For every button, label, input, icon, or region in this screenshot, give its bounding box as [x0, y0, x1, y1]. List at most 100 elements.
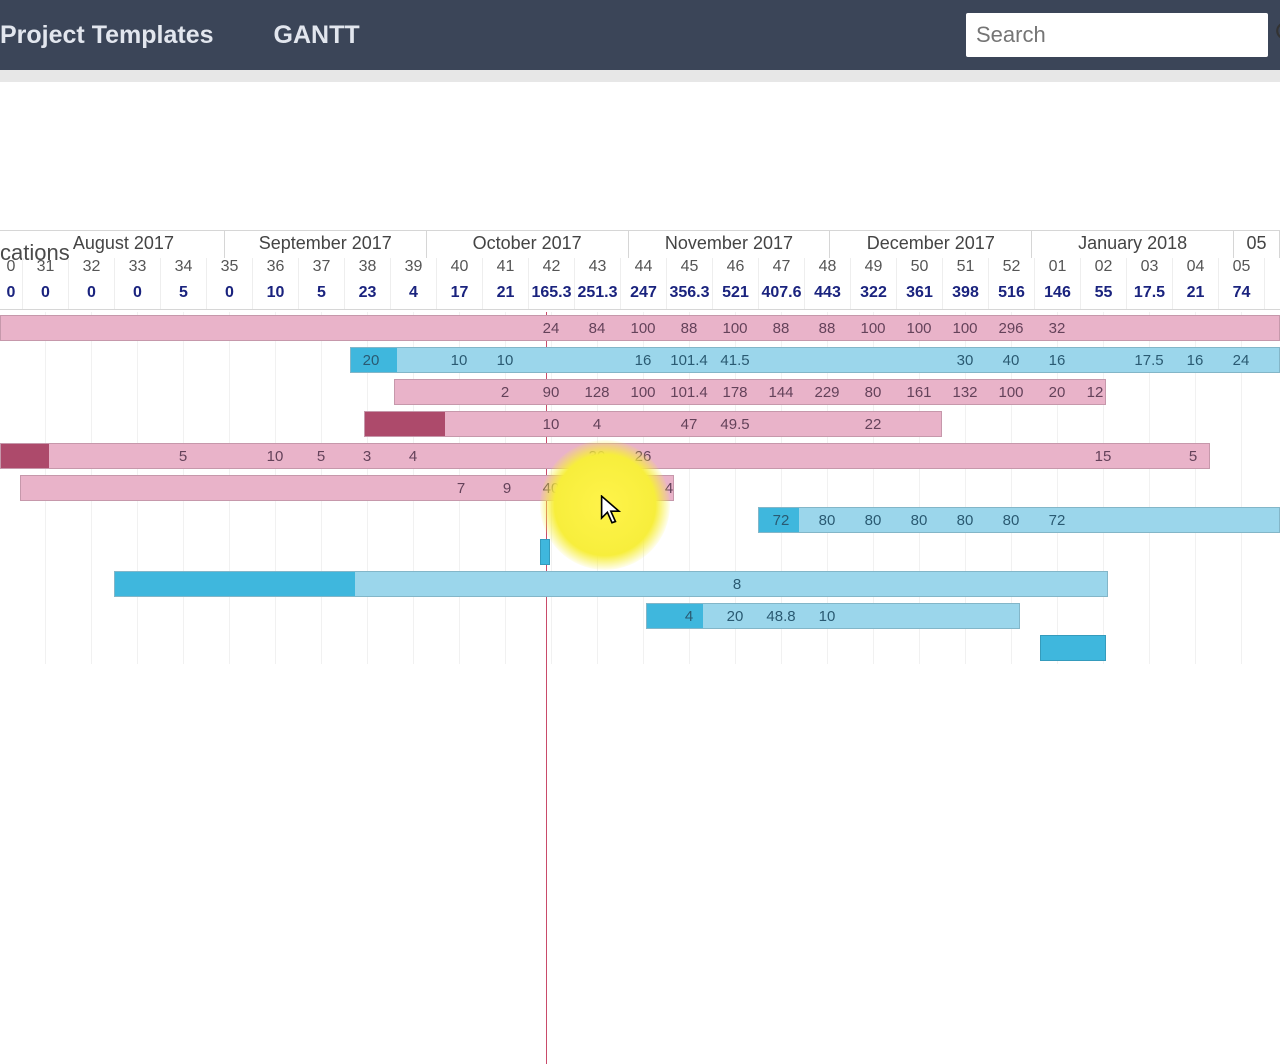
value-cell: 74 — [1219, 284, 1265, 309]
week-cell: 31 — [23, 258, 69, 284]
gantt-bar[interactable]: 72808080808072 — [758, 507, 1280, 533]
search-input[interactable] — [976, 22, 1264, 48]
value-cell: 516 — [989, 284, 1035, 309]
week-cell: 0 — [0, 258, 23, 284]
gantt-bar[interactable]: 20101016101.441.530401617.51624 — [350, 347, 1280, 373]
value-cell: 17.5 — [1127, 284, 1173, 309]
bar-label: 144 — [768, 384, 793, 401]
week-cell: 36 — [253, 258, 299, 284]
value-cell: 356.3 — [667, 284, 713, 309]
bar-label: 132 — [952, 384, 977, 401]
week-row: 0313233343536373839404142434445464748495… — [0, 258, 1280, 284]
bar-label: 100 — [630, 384, 655, 401]
value-cell: 247 — [621, 284, 667, 309]
bar-label: 40 — [543, 480, 560, 497]
bar-label: 15 — [1095, 448, 1112, 465]
bar-label: 88 — [681, 320, 698, 337]
bar-label: 178 — [722, 384, 747, 401]
week-cell: 50 — [897, 258, 943, 284]
nav-project-templates[interactable]: Project Templates — [0, 21, 214, 50]
bar-label: 100 — [998, 384, 1023, 401]
bar-label: 100 — [630, 320, 655, 337]
value-cell: 5 — [299, 284, 345, 309]
value-cell: 4 — [391, 284, 437, 309]
week-cell: 01 — [1035, 258, 1081, 284]
value-cell: 0 — [23, 284, 69, 309]
week-cell: 32 — [69, 258, 115, 284]
gantt-bar[interactable] — [540, 539, 550, 565]
gantt-bar[interactable] — [1040, 635, 1106, 661]
bar-label: 10 — [497, 352, 514, 369]
month-row: August 2017September 2017October 2017Nov… — [0, 230, 1280, 258]
bar-label: 90 — [543, 384, 560, 401]
gantt-row: 290128100101.4178144229801611321002012 — [0, 376, 1280, 408]
bar-label: 84 — [589, 320, 606, 337]
value-cell: 322 — [851, 284, 897, 309]
bar-label: 100 — [952, 320, 977, 337]
bar-label: 101.4 — [670, 384, 708, 401]
bar-label: 80 — [911, 512, 928, 529]
week-cell: 44 — [621, 258, 667, 284]
bar-label: 20 — [363, 352, 380, 369]
value-cell: 10 — [253, 284, 299, 309]
bar-label: 20 — [727, 608, 744, 625]
bar-label: 40 — [1003, 352, 1020, 369]
bar-label: 10 — [543, 416, 560, 433]
month-cell: January 2018 — [1032, 231, 1234, 258]
gantt-row: 1044749.522 — [0, 408, 1280, 440]
value-cell: 0 — [115, 284, 161, 309]
week-cell: 35 — [207, 258, 253, 284]
gantt-chart[interactable]: August 2017September 2017October 2017Nov… — [0, 230, 1280, 664]
bar-label: 10 — [451, 352, 468, 369]
week-cell: 34 — [161, 258, 207, 284]
bar-label: 128 — [584, 384, 609, 401]
bar-label: 32 — [1049, 320, 1066, 337]
bar-label: 88 — [773, 320, 790, 337]
bar-label: 100 — [860, 320, 885, 337]
bar-label: 24 — [543, 320, 560, 337]
gantt-row — [0, 536, 1280, 568]
gantt-bar[interactable]: 5105343026155 — [0, 443, 1210, 469]
week-cell: 52 — [989, 258, 1035, 284]
gantt-row: 794084 — [0, 472, 1280, 504]
bar-label: 30 — [589, 448, 606, 465]
search-box[interactable] — [966, 13, 1268, 57]
value-cell: 398 — [943, 284, 989, 309]
bar-label: 161 — [906, 384, 931, 401]
value-cell: 251.3 — [575, 284, 621, 309]
bar-label: 17.5 — [1134, 352, 1163, 369]
gantt-row: 42048.810 — [0, 600, 1280, 632]
search-icon[interactable] — [1274, 20, 1280, 51]
gantt-row: 5105343026155 — [0, 440, 1280, 472]
bar-label: 101.4 — [670, 352, 708, 369]
bar-label: 80 — [865, 512, 882, 529]
gantt-bar[interactable]: 248410088100888810010010029632 — [0, 315, 1280, 341]
week-cell: 43 — [575, 258, 621, 284]
value-cell: 0 — [0, 284, 23, 309]
value-cell: 21 — [1173, 284, 1219, 309]
value-cell: 17 — [437, 284, 483, 309]
bar-label: 4 — [409, 448, 417, 465]
bar-label: 72 — [1049, 512, 1066, 529]
gantt-bar[interactable]: 290128100101.4178144229801611321002012 — [394, 379, 1106, 405]
week-cell: 03 — [1127, 258, 1173, 284]
nav-gantt[interactable]: GANTT — [274, 21, 360, 50]
value-cell: 55 — [1081, 284, 1127, 309]
bar-label: 8 — [733, 576, 741, 593]
value-cell: 361 — [897, 284, 943, 309]
gantt-row: 8 — [0, 568, 1280, 600]
gantt-bar[interactable]: 794084 — [20, 475, 674, 501]
week-cell: 02 — [1081, 258, 1127, 284]
bar-label: 12 — [1087, 384, 1104, 401]
bar-label: 229 — [814, 384, 839, 401]
bar-label: 47 — [681, 416, 698, 433]
gantt-bar[interactable]: 1044749.522 — [364, 411, 942, 437]
week-cell: 49 — [851, 258, 897, 284]
gantt-row: 248410088100888810010010029632 — [0, 312, 1280, 344]
bar-label: 80 — [1003, 512, 1020, 529]
gantt-bars[interactable]: 2484100881008888100100100296322010101610… — [0, 312, 1280, 664]
bar-label: 5 — [317, 448, 325, 465]
gantt-bar[interactable]: 42048.810 — [646, 603, 1020, 629]
gantt-bar[interactable]: 8 — [114, 571, 1108, 597]
week-cell: 38 — [345, 258, 391, 284]
